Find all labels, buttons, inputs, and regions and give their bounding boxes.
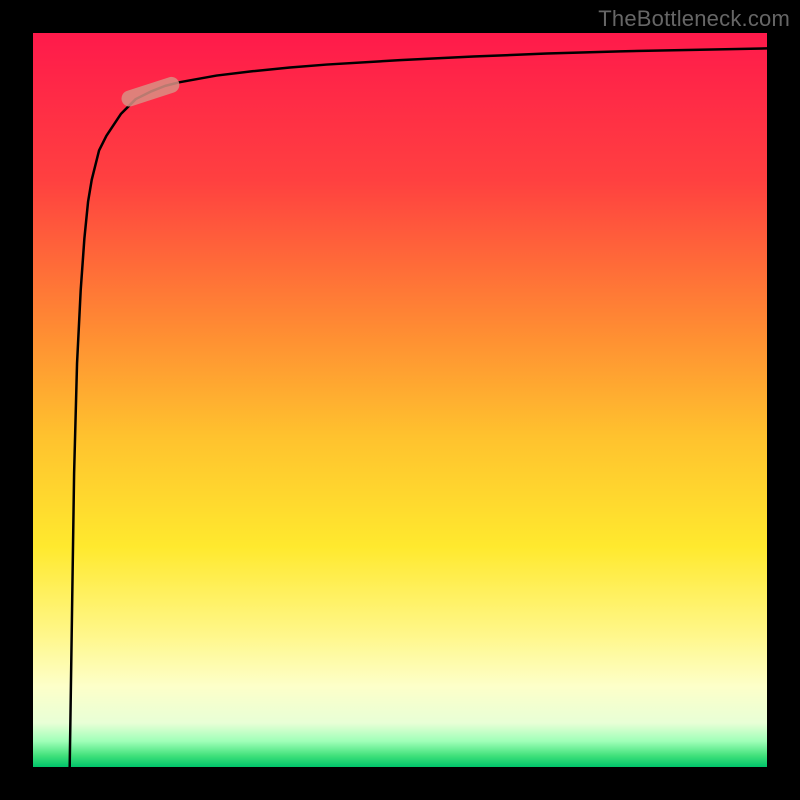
plot-background (33, 33, 767, 767)
chart-container: TheBottleneck.com (0, 0, 800, 800)
watermark-text: TheBottleneck.com (598, 6, 790, 32)
chart-svg (0, 0, 800, 800)
